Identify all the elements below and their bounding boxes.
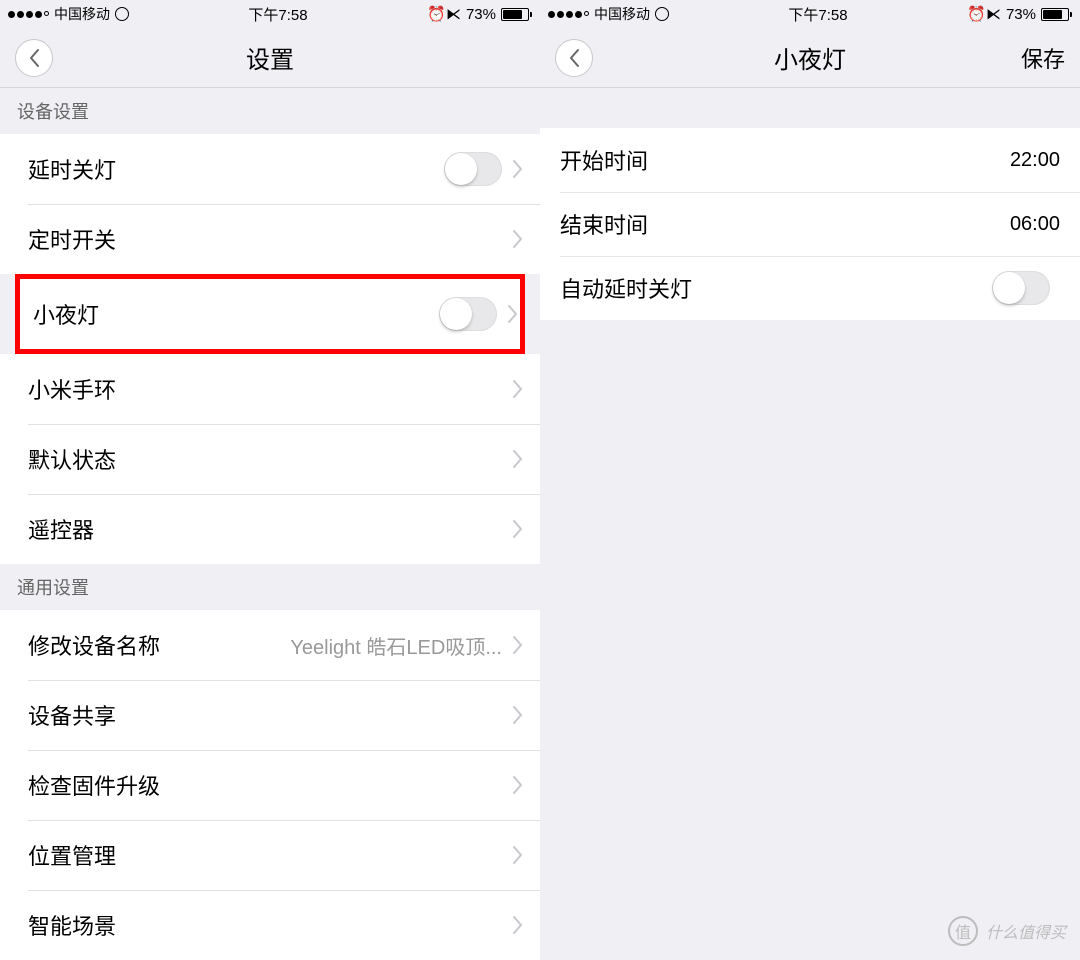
row-rename[interactable]: 修改设备名称 Yeelight 皓石LED吸顶... — [0, 610, 540, 680]
sync-icon — [115, 7, 129, 21]
chevron-left-icon — [568, 48, 580, 68]
row-label: 小米手环 — [28, 373, 512, 405]
row-value: Yeelight 皓石LED吸顶... — [290, 631, 502, 660]
chevron-right-icon — [512, 845, 523, 865]
sync-icon — [655, 7, 669, 21]
carrier-label: 中国移动 — [54, 4, 110, 24]
row-mi-band[interactable]: 小米手环 — [0, 354, 540, 424]
bluetooth-icon: ⧔ — [986, 5, 1001, 23]
row-label: 定时开关 — [28, 223, 512, 255]
highlighted-row-nightlight: 小夜灯 — [15, 274, 525, 354]
row-delay-off[interactable]: 延时关灯 — [0, 134, 540, 204]
nav-bar: 设置 — [0, 28, 540, 88]
alarm-icon: ⏰ — [427, 5, 441, 23]
status-time: 下午7:58 — [248, 4, 307, 25]
nightlight-screen: 中国移动 下午7:58 ⏰ ⧔ 73% 小夜灯 保存 开始时间 22:00 结束… — [540, 0, 1080, 960]
delay-off-toggle[interactable] — [444, 152, 502, 186]
chevron-right-icon — [512, 229, 523, 249]
alarm-icon: ⏰ — [967, 5, 981, 23]
device-settings-list-2: 小米手环 默认状态 遥控器 — [0, 354, 540, 564]
row-label: 智能场景 — [28, 909, 512, 941]
carrier-label: 中国移动 — [594, 4, 650, 24]
bluetooth-icon: ⧔ — [446, 5, 461, 23]
row-scene[interactable]: 智能场景 — [0, 890, 540, 960]
save-button[interactable]: 保存 — [1021, 42, 1065, 74]
watermark-text: 什么值得买 — [986, 919, 1066, 943]
row-value: 22:00 — [1010, 149, 1060, 172]
battery-icon — [1041, 8, 1072, 21]
row-label: 自动延时关灯 — [560, 272, 992, 304]
back-button[interactable] — [555, 39, 593, 77]
row-label: 遥控器 — [28, 513, 512, 545]
chevron-right-icon — [507, 304, 518, 324]
chevron-right-icon — [512, 705, 523, 725]
row-remote[interactable]: 遥控器 — [0, 494, 540, 564]
page-title: 设置 — [246, 40, 294, 75]
row-firmware[interactable]: 检查固件升级 — [0, 750, 540, 820]
chevron-left-icon — [28, 48, 40, 68]
page-title: 小夜灯 — [774, 40, 846, 75]
signal-icon — [548, 11, 589, 18]
row-end-time[interactable]: 结束时间 06:00 — [540, 192, 1080, 256]
chevron-right-icon — [512, 519, 523, 539]
row-label: 修改设备名称 — [28, 629, 290, 661]
row-timer[interactable]: 定时开关 — [0, 204, 540, 274]
chevron-right-icon — [512, 379, 523, 399]
row-value: 06:00 — [1010, 213, 1060, 236]
chevron-right-icon — [512, 775, 523, 795]
watermark: 值 什么值得买 — [948, 916, 1066, 946]
nightlight-toggle[interactable] — [439, 297, 497, 331]
battery-percent: 73% — [466, 6, 496, 23]
row-start-time[interactable]: 开始时间 22:00 — [540, 128, 1080, 192]
status-time: 下午7:58 — [788, 4, 847, 25]
chevron-right-icon — [512, 449, 523, 469]
chevron-right-icon — [512, 635, 523, 655]
row-auto-delay-off[interactable]: 自动延时关灯 — [540, 256, 1080, 320]
row-label: 设备共享 — [28, 699, 512, 731]
battery-icon — [501, 8, 532, 21]
battery-percent: 73% — [1006, 6, 1036, 23]
general-settings-list: 修改设备名称 Yeelight 皓石LED吸顶... 设备共享 检查固件升级 位… — [0, 610, 540, 960]
device-settings-list: 延时关灯 定时开关 — [0, 134, 540, 274]
row-position[interactable]: 位置管理 — [0, 820, 540, 890]
auto-delay-toggle[interactable] — [992, 271, 1050, 305]
settings-screen: 中国移动 下午7:58 ⏰ ⧔ 73% 设置 设备设置 延时关灯 定时开关 — [0, 0, 540, 960]
nav-bar: 小夜灯 保存 — [540, 28, 1080, 88]
back-button[interactable] — [15, 39, 53, 77]
row-label: 延时关灯 — [28, 153, 444, 185]
row-label: 位置管理 — [28, 839, 512, 871]
signal-icon — [8, 11, 49, 18]
chevron-right-icon — [512, 915, 523, 935]
row-label: 开始时间 — [560, 144, 1010, 176]
row-label: 小夜灯 — [33, 298, 439, 330]
row-default-state[interactable]: 默认状态 — [0, 424, 540, 494]
nightlight-list: 开始时间 22:00 结束时间 06:00 自动延时关灯 — [540, 128, 1080, 320]
section-header-general: 通用设置 — [0, 564, 540, 610]
row-nightlight[interactable]: 小夜灯 — [20, 279, 520, 349]
row-label: 检查固件升级 — [28, 769, 512, 801]
status-bar: 中国移动 下午7:58 ⏰ ⧔ 73% — [540, 0, 1080, 28]
chevron-right-icon — [512, 159, 523, 179]
status-bar: 中国移动 下午7:58 ⏰ ⧔ 73% — [0, 0, 540, 28]
watermark-badge: 值 — [948, 916, 978, 946]
row-label: 结束时间 — [560, 208, 1010, 240]
row-label: 默认状态 — [28, 443, 512, 475]
row-share[interactable]: 设备共享 — [0, 680, 540, 750]
section-header-device: 设备设置 — [0, 88, 540, 134]
